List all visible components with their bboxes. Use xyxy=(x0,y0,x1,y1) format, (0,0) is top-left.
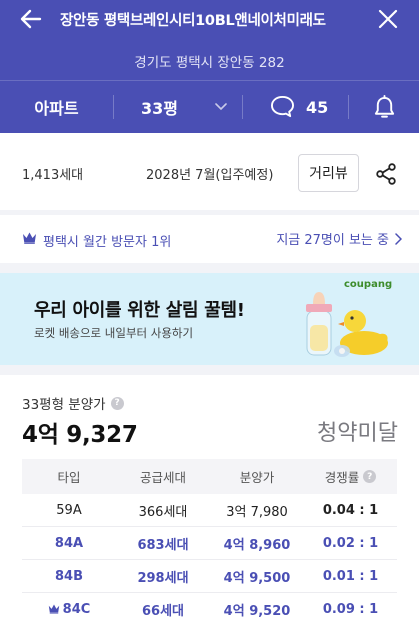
move-in-date: 2028년 7월(입주예정) xyxy=(146,168,274,183)
price-table: 타입 공급세대 분양가 경쟁률 ? 59A 366세대 3억 7,980 0.0… xyxy=(22,459,397,626)
back-arrow-icon[interactable] xyxy=(18,6,44,32)
table-header: 타입 공급세대 분양가 경쟁률 ? xyxy=(22,459,397,494)
cell-supply: 298세대 xyxy=(137,570,189,586)
table-row[interactable]: 84A 683세대 4억 8,960 0.02 : 1 xyxy=(22,527,397,560)
crown-icon xyxy=(23,232,36,244)
chevron-down-icon xyxy=(215,103,227,111)
cell-supply: 66세대 xyxy=(141,604,184,619)
comment-icon xyxy=(271,95,294,118)
cell-type: 84A xyxy=(54,535,84,551)
ad-title: 우리 아이를 위한 살림 꿀템! xyxy=(34,300,245,321)
cell-price: 3억 7,980 xyxy=(226,504,288,520)
close-icon[interactable] xyxy=(375,6,401,32)
table-row[interactable]: 84C 66세대 4억 9,520 0.09 : 1 xyxy=(22,593,397,626)
baby-products-illustration xyxy=(306,292,388,357)
size-selector[interactable]: 33평 xyxy=(114,81,242,133)
viewing-now-link[interactable]: 지금 27명이 보는 중 xyxy=(276,229,402,248)
complex-info: 1,413세대 2028년 7월(입주예정) 거리뷰 xyxy=(0,133,419,210)
table-row[interactable]: 84B 298세대 4억 9,500 0.01 : 1 xyxy=(22,560,397,593)
ad-banner[interactable]: 우리 아이를 위한 살림 꿀템! 로켓 배송으로 내일부터 사용하기 coupa… xyxy=(0,273,419,365)
visitor-ranking-bar[interactable]: 평택시 월간 방문자 1위 지금 27명이 보는 중 xyxy=(0,215,419,263)
cell-supply: 366세대 xyxy=(138,504,188,520)
property-type-label: 아파트 xyxy=(34,99,79,118)
col-price: 분양가 xyxy=(239,470,275,485)
cell-price: 4억 9,520 xyxy=(223,604,291,619)
price-label: 33평형 분양가 ? xyxy=(22,393,124,413)
notification-button[interactable] xyxy=(349,81,419,133)
app-header: 장안동 평택브레인시티10BL앤네이처미래도 경기도 평택시 장안동 282 아… xyxy=(0,0,419,133)
share-icon[interactable] xyxy=(374,162,398,186)
title-bar: 장안동 평택브레인시티10BL앤네이처미래도 xyxy=(0,0,419,38)
col-supply: 공급세대 xyxy=(139,470,186,485)
page-title: 장안동 평택브레인시티10BL앤네이처미래도 xyxy=(60,13,326,29)
address: 경기도 평택시 장안동 282 xyxy=(134,55,285,71)
header-tabs: 아파트 33평 45 xyxy=(0,81,419,133)
col-competition: 경쟁률 ? xyxy=(304,467,397,486)
viewing-now-text: 지금 27명이 보는 중 xyxy=(276,233,389,248)
comment-count: 45 xyxy=(306,97,329,117)
cell-type: 84C xyxy=(62,602,91,617)
col-type: 타입 xyxy=(57,470,81,485)
subscription-status: 청약미달 xyxy=(317,421,398,446)
visitor-rank-text: 평택시 월간 방문자 1위 xyxy=(43,235,172,250)
price-section: 33평형 분양가 ? 4억 9,327 청약미달 타입 공급세대 분양가 경쟁률… xyxy=(0,375,419,629)
table-row[interactable]: 59A 366세대 3억 7,980 0.04 : 1 xyxy=(22,494,397,527)
size-label: 33평 xyxy=(141,99,178,118)
comments-button[interactable]: 45 xyxy=(243,81,348,133)
street-view-button[interactable]: 거리뷰 xyxy=(298,154,359,192)
ad-subtitle: 로켓 배송으로 내일부터 사용하기 xyxy=(34,326,194,340)
cell-price: 4억 9,500 xyxy=(223,570,291,586)
cell-type: 84B xyxy=(55,568,83,584)
cell-rate: 0.04 : 1 xyxy=(322,502,379,518)
cell-type: 59A xyxy=(56,502,82,518)
cell-rate: 0.02 : 1 xyxy=(322,535,379,551)
help-icon[interactable]: ? xyxy=(363,470,377,483)
col-competition-label: 경쟁률 xyxy=(324,470,360,485)
price-value: 4억 9,327 xyxy=(22,422,138,448)
cell-price: 4억 8,960 xyxy=(223,537,291,553)
property-type-tab[interactable]: 아파트 xyxy=(0,81,113,133)
cell-type-crowned: 84C xyxy=(22,602,116,617)
cell-rate: 0.09 : 1 xyxy=(322,602,379,617)
bell-icon xyxy=(374,94,394,118)
crown-icon xyxy=(48,604,59,614)
cell-rate: 0.01 : 1 xyxy=(322,568,379,584)
chevron-right-icon xyxy=(395,232,402,245)
cell-supply: 683세대 xyxy=(137,537,189,553)
price-label-text: 33평형 분양가 xyxy=(22,397,106,413)
help-icon[interactable]: ? xyxy=(110,396,124,410)
household-count: 1,413세대 xyxy=(22,168,84,183)
